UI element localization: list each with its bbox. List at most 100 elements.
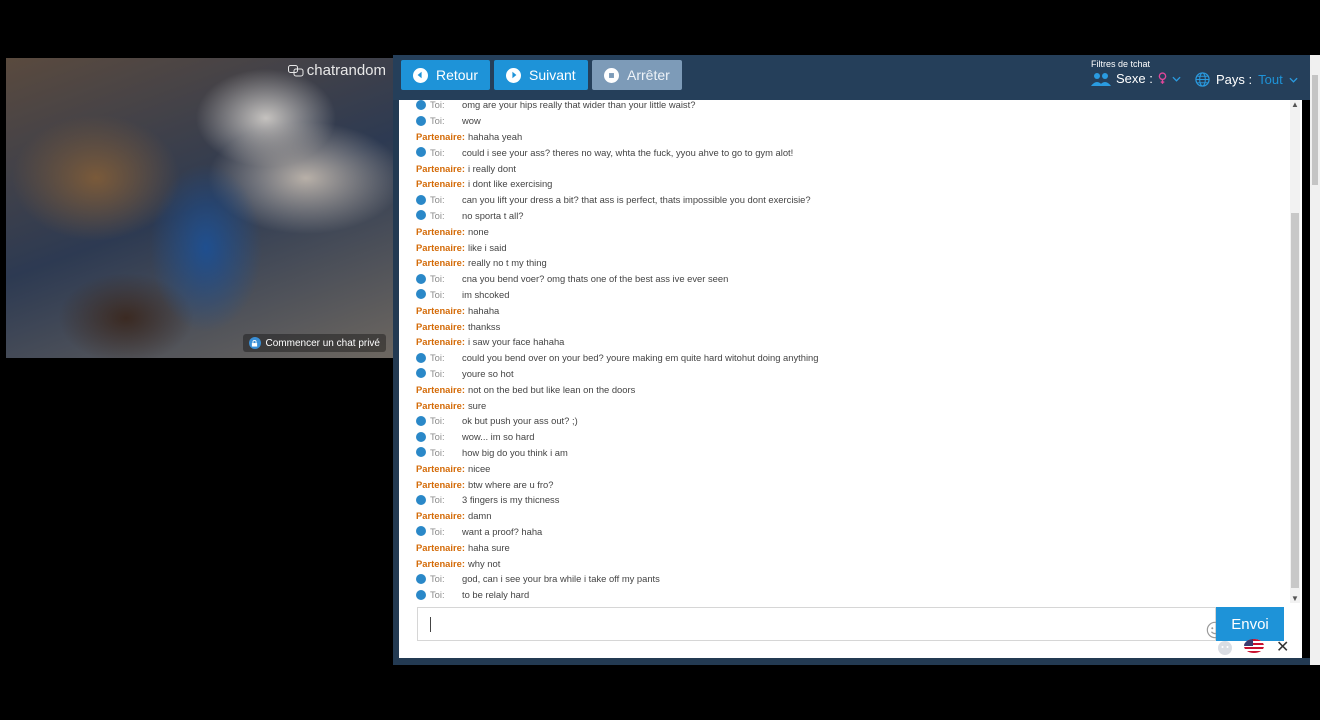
message-text: damn — [467, 510, 492, 522]
user-dot-icon — [416, 273, 426, 284]
chat-message: Toi: wow... im so hard — [416, 429, 818, 445]
message-text: wow — [462, 115, 481, 127]
chat-message: Partenaire: why not — [416, 555, 818, 571]
sender-label: Toi: — [430, 100, 445, 111]
sender-me: Toi: — [416, 352, 462, 363]
chat-message: Toi: im shcoked — [416, 287, 818, 303]
sender-label: Toi: — [430, 415, 445, 427]
sender-label: Partenaire: — [416, 130, 465, 142]
next-button[interactable]: Suivant — [494, 60, 588, 90]
stop-label: Arrêter — [627, 67, 670, 83]
logo-text: chatrandom — [306, 62, 386, 79]
next-label: Suivant — [529, 67, 576, 83]
chat-message: Toi: youre so hot — [416, 366, 818, 382]
sender-label: Toi: — [430, 573, 445, 585]
sender-partner: Partenaire: — [416, 510, 465, 521]
sender-label: Partenaire: — [416, 257, 465, 269]
message-text: i saw your face hahaha — [467, 336, 565, 348]
chat-message: Toi: wow — [416, 113, 818, 129]
lock-icon — [248, 337, 261, 349]
chat-bubbles-icon — [287, 64, 304, 76]
message-text: hahaha yeah — [467, 130, 523, 142]
sender-me: Toi: — [416, 494, 462, 505]
message-input[interactable] — [417, 607, 1224, 641]
message-text: thankss — [467, 320, 501, 332]
chat-message: Toi: to be relaly hard — [416, 587, 818, 603]
sender-label: Toi: — [430, 431, 445, 443]
users-icon — [1091, 72, 1111, 86]
send-button[interactable]: Envoi — [1216, 607, 1284, 641]
message-text: want a proof? haha — [462, 525, 543, 537]
message-text: cna you bend voer? omg thats one of the … — [462, 273, 729, 285]
sender-me: Toi: — [416, 273, 462, 284]
sender-me: Toi: — [416, 368, 462, 379]
sender-partner: Partenaire: — [416, 257, 465, 268]
stop-button[interactable]: Arrêter — [592, 60, 682, 90]
message-text: why not — [467, 557, 501, 569]
sender-label: Toi: — [430, 494, 445, 506]
sender-partner: Partenaire: — [416, 305, 465, 316]
chatrandom-logo: chatrandom — [287, 62, 386, 79]
user-dot-icon — [416, 115, 426, 126]
user-dot-icon — [416, 210, 426, 221]
sender-partner: Partenaire: — [416, 131, 465, 142]
chevron-down-icon — [1172, 76, 1181, 82]
chat-message: Toi: omg are your hips really that wider … — [416, 100, 818, 113]
message-text: how big do you think i am — [462, 446, 568, 458]
sender-partner: Partenaire: — [416, 400, 465, 411]
sender-partner: Partenaire: — [416, 463, 465, 474]
back-button[interactable]: Retour — [401, 60, 490, 90]
sender-partner: Partenaire: — [416, 226, 465, 237]
country-filter[interactable]: Pays : Tout — [1195, 72, 1298, 87]
chat-message: Toi: cna you bend voer? omg thats one of … — [416, 271, 818, 287]
filters-title: Filtres de tchat — [1091, 59, 1151, 69]
page-scrollbar[interactable] — [1310, 55, 1320, 665]
scroll-up-icon[interactable]: ▲ — [1290, 100, 1300, 109]
sender-me: Toi: — [416, 431, 462, 442]
close-icon[interactable]: ✕ — [1276, 637, 1289, 657]
message-text: i dont like exercising — [467, 178, 553, 190]
sender-partner: Partenaire: — [416, 479, 465, 490]
sender-me: Toi: — [416, 194, 462, 205]
scroll-down-icon[interactable]: ▼ — [1290, 594, 1300, 603]
sex-filter[interactable]: Sexe : — [1091, 71, 1181, 86]
message-text: could you bend over on your bed? youre m… — [462, 352, 819, 364]
sender-me: Toi: — [416, 415, 462, 426]
private-chat-button[interactable]: Commencer un chat privé — [242, 334, 386, 352]
chat-scrollbar[interactable]: ▲ ▼ — [1290, 100, 1300, 603]
message-text: i really dont — [467, 162, 516, 174]
chat-message: Toi: 3 fingers is my thicness — [416, 492, 818, 508]
sender-label: Toi: — [430, 273, 445, 285]
message-text: 3 fingers is my thicness — [462, 494, 560, 506]
chat-message: Toi: no sporta t all? — [416, 208, 818, 224]
user-dot-icon — [416, 447, 426, 458]
user-dot-icon — [416, 415, 426, 426]
chat-message: Partenaire: btw where are u fro? — [416, 476, 818, 492]
smiley-icon — [1218, 641, 1232, 655]
private-chat-label: Commencer un chat privé — [265, 337, 381, 349]
chat-message: Partenaire: damn — [416, 508, 818, 524]
sender-me: Toi: — [416, 210, 462, 221]
us-flag-icon[interactable] — [1244, 639, 1264, 653]
sender-me: Toi: — [416, 589, 462, 600]
message-text: omg are your hips really that wider than… — [462, 100, 696, 111]
sender-label: Partenaire: — [416, 541, 465, 553]
sex-label: Sexe : — [1116, 71, 1153, 86]
user-dot-icon — [416, 289, 426, 300]
sender-label: Partenaire: — [416, 557, 465, 569]
page-scrollbar-thumb[interactable] — [1312, 75, 1318, 185]
message-text: like i said — [467, 241, 507, 253]
top-toolbar: Retour Suivant Arrêter Filtres de tchat … — [393, 55, 1315, 100]
sender-partner: Partenaire: — [416, 178, 465, 189]
sender-label: Toi: — [430, 525, 445, 537]
user-dot-icon — [416, 368, 426, 379]
partner-video: chatrandom Commencer un chat privé — [6, 58, 394, 358]
chat-message: Partenaire: i dont like exercising — [416, 176, 818, 192]
chat-message: Partenaire: really no t my thing — [416, 255, 818, 271]
chat-message: Toi: want a proof? haha — [416, 524, 818, 540]
message-text: can you lift your dress a bit? that ass … — [462, 194, 811, 206]
sender-me: Toi: — [416, 289, 462, 300]
user-dot-icon — [416, 526, 426, 537]
sender-me: Toi: — [416, 573, 462, 584]
scrollbar-thumb[interactable] — [1291, 213, 1299, 588]
